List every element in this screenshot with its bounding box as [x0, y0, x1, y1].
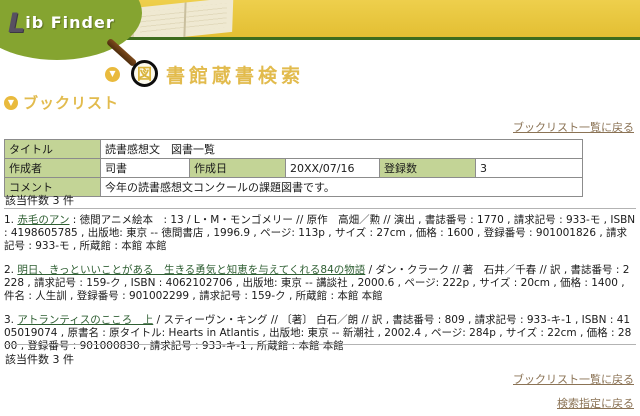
list-item: 2. 明日、きっといいことがある 生きる勇気と知恵を与えてくれる84の物語 / … — [4, 264, 636, 303]
page-title: ▼ 図 書館蔵書検索 — [105, 56, 304, 92]
creator-value-cell: 司書 — [101, 159, 190, 178]
date-value-cell: 20XX/07/16 — [286, 159, 380, 178]
triangle-bullet-icon: ▼ — [105, 67, 120, 82]
result-count-bottom: 該当件数 3 件 — [5, 351, 74, 367]
table-row: コメント 今年の読書感想文コンクールの課題図書です。 — [5, 178, 583, 197]
date-label-cell: 作成日 — [190, 159, 286, 178]
logo-letter: L — [8, 8, 25, 39]
booklist-info-table: タイトル 読書感想文 図書一覧 作成者 司書 作成日 20XX/07/16 登録… — [4, 139, 583, 197]
divider — [4, 208, 636, 209]
logo[interactable]: Lib Finder — [8, 8, 115, 39]
back-to-search-link[interactable]: 検索指定に戻る — [557, 395, 634, 411]
title-label-cell: タイトル — [5, 140, 101, 159]
comment-value-cell: 今年の読書感想文コンクールの課題図書です。 — [101, 178, 583, 197]
book-title-link[interactable]: アトランティスのこころ 上 — [17, 314, 153, 326]
result-count-top: 該当件数 3 件 — [5, 192, 74, 208]
page-title-lens-char: 図 — [137, 63, 152, 84]
page-title-text: 書館蔵書検索 — [166, 61, 304, 88]
divider — [4, 344, 636, 345]
creator-label-cell: 作成者 — [5, 159, 101, 178]
count-label-cell: 登録数 — [380, 159, 476, 178]
book-number: 2. — [4, 264, 14, 276]
count-value-cell: 3 — [476, 159, 583, 178]
logo-text: ib Finder — [25, 13, 115, 32]
magnifier-lens: 図 — [131, 60, 158, 87]
open-book-icon — [131, 0, 234, 37]
back-to-booklist-link-top[interactable]: ブックリスト一覧に戻る — [513, 119, 634, 135]
triangle-bullet-icon: ▼ — [4, 96, 18, 110]
section-title: ブックリスト — [23, 92, 119, 113]
magnifier-icon: 図 — [126, 57, 164, 91]
table-row: タイトル 読書感想文 図書一覧 — [5, 140, 583, 159]
section-heading: ▼ ブックリスト — [4, 92, 119, 113]
book-detail: : 徳間アニメ絵本 : 13 / L・M・モンゴメリー // 原作 高畑／勲 /… — [4, 214, 635, 252]
book-title-link[interactable]: 明日、きっといいことがある 生きる勇気と知恵を与えてくれる84の物語 — [17, 264, 365, 276]
book-number: 3. — [4, 314, 14, 326]
table-row: 作成者 司書 作成日 20XX/07/16 登録数 3 — [5, 159, 583, 178]
list-item: 1. 赤毛のアン : 徳間アニメ絵本 : 13 / L・M・モンゴメリー // … — [4, 214, 636, 253]
book-list: 1. 赤毛のアン : 徳間アニメ絵本 : 13 / L・M・モンゴメリー // … — [4, 214, 636, 364]
back-to-booklist-link-bottom[interactable]: ブックリスト一覧に戻る — [513, 371, 634, 387]
title-value-cell: 読書感想文 図書一覧 — [101, 140, 583, 159]
list-item: 3. アトランティスのこころ 上 / スティーヴン・キング // 〔著〕 白石／… — [4, 314, 636, 353]
book-title-link[interactable]: 赤毛のアン — [17, 214, 69, 226]
book-number: 1. — [4, 214, 14, 226]
